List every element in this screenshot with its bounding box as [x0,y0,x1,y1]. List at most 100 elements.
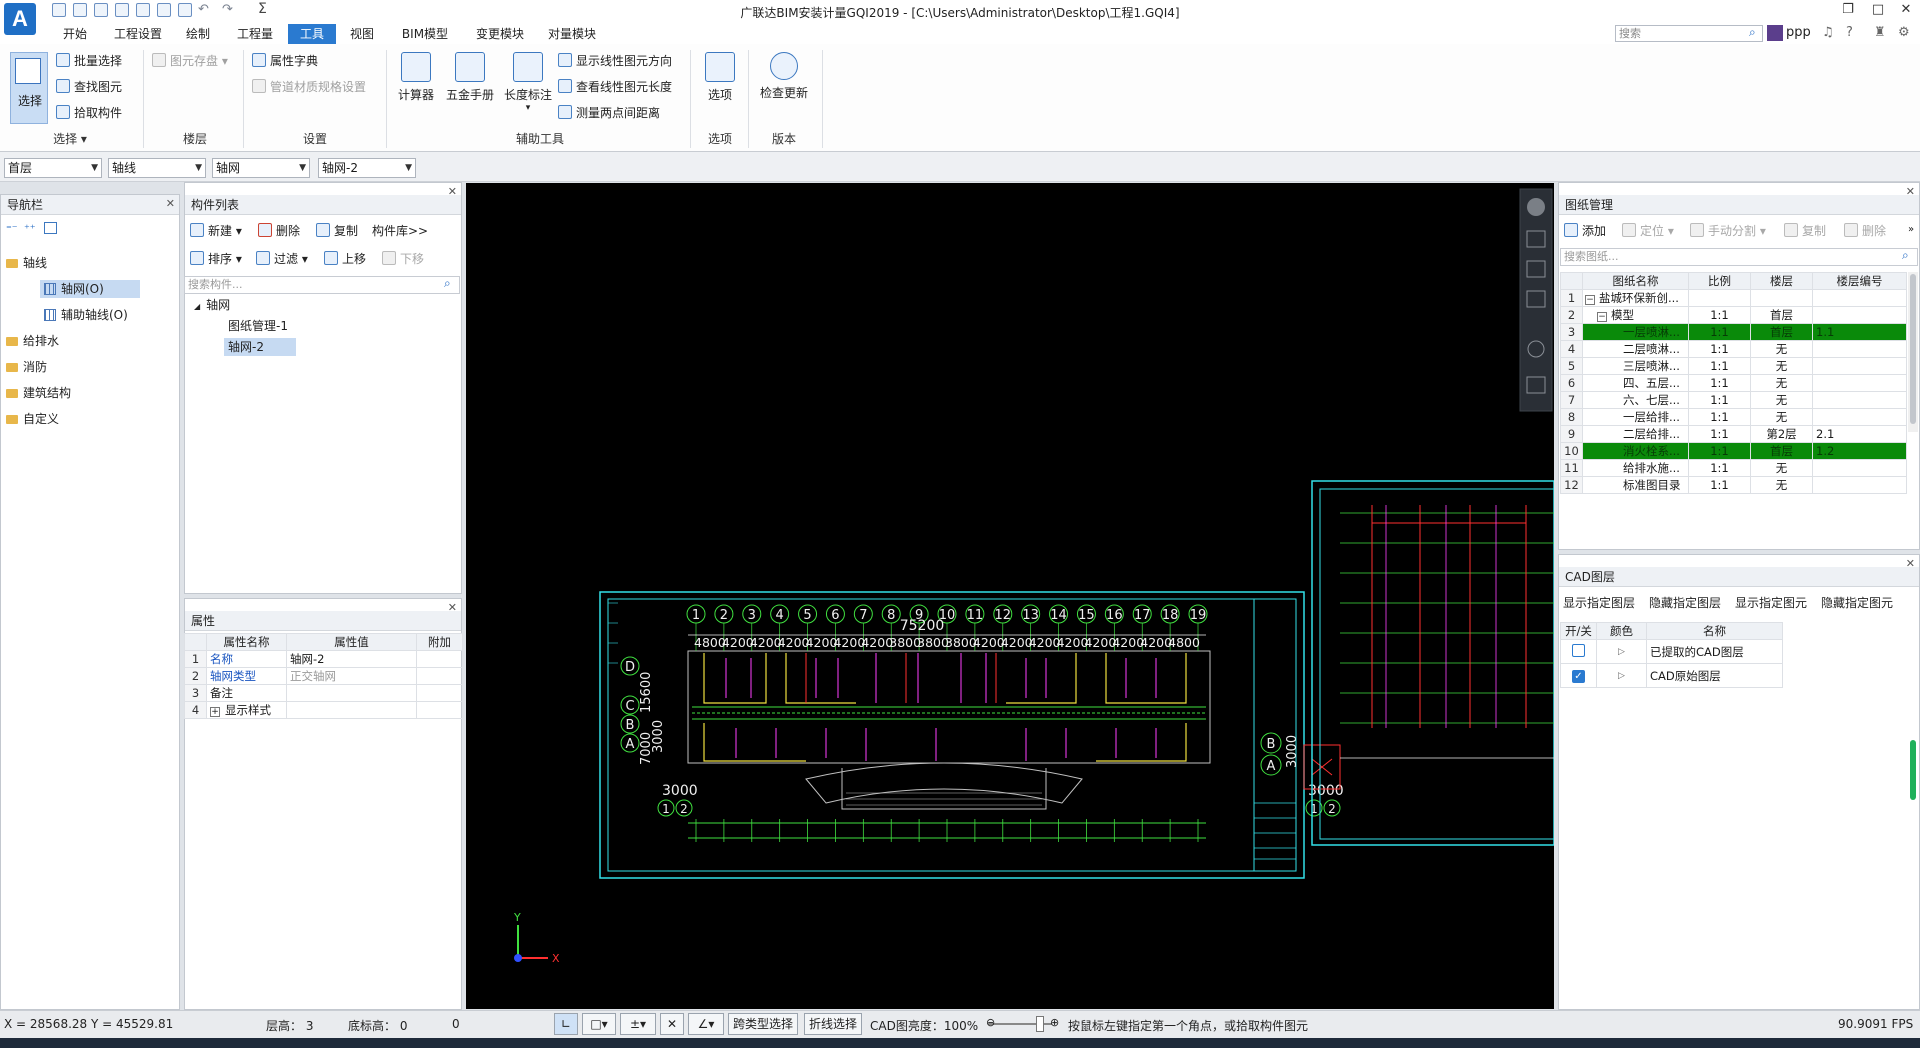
table-row[interactable]: 4 + 显示样式 [184,701,463,719]
show-element-button[interactable]: 显示指定图元 [1735,594,1807,612]
length-mark-button[interactable]: 长度标注 ▾ [502,52,554,113]
polyline-select-button[interactable]: 折线选择 [804,1013,862,1035]
search-input[interactable]: 搜索 [1615,25,1763,42]
locate-button[interactable]: 定位 ▾ [1622,222,1674,240]
maximize-icon[interactable]: □ [1866,2,1890,17]
minus-icon[interactable]: ⊖ [986,1016,995,1029]
tab-draw[interactable]: 绘制 [178,24,218,44]
table-row[interactable]: 6 四、五层... 1:1 无 [1560,374,1907,392]
help-icon[interactable]: ? [1846,25,1853,40]
category-select[interactable]: 轴线 ▼ [108,158,206,178]
pipe-spec-button[interactable]: 管道材质规格设置 [252,78,366,96]
options-button[interactable]: 选项 [700,52,740,103]
nav-water[interactable]: 给排水 [6,332,59,350]
move-up-button[interactable]: 上移 [324,250,366,268]
tab-change-module[interactable]: 变更模块 [468,24,532,44]
tab-start[interactable]: 开始 [54,24,96,44]
prop-extra[interactable] [416,701,463,719]
restore-icon[interactable]: ❐ [1836,2,1860,17]
floor-select[interactable]: 首层 ▼ [4,158,102,178]
new-button[interactable]: 新建 ▾ [190,222,242,240]
batch-select-button[interactable]: 批量选择 [56,52,122,70]
layer-toggle-cell[interactable] [1560,639,1597,664]
slider-handle[interactable] [1910,740,1916,800]
component-search-input[interactable]: 搜索构件... [184,276,460,294]
component-select[interactable]: 轴网-2 ▼ [318,158,416,178]
close-icon[interactable]: ✕ [448,183,457,201]
nav-axis[interactable]: 轴线 [6,254,47,272]
close-icon[interactable]: ✕ [1894,2,1918,17]
layer-toggle-cell[interactable]: ✓ [1560,663,1597,688]
cad-drawing[interactable]: 1 2 3 4 5 6 7 8 9 10 11 12 13 14 15 16 17 18 19 75200 4800… [466,183,1554,1009]
prop-extra[interactable] [416,667,463,685]
tree-drawing-mgmt-1[interactable]: 图纸管理-1 [228,317,288,335]
add-drawing-button[interactable]: 添加 [1564,222,1606,240]
check-update-button[interactable]: 检查更新 [756,52,812,101]
plus-icon[interactable]: ⊕ [1050,1016,1059,1029]
user-name[interactable]: ppp [1786,25,1811,40]
tree-axis-grid[interactable]: ◢ 轴网 [194,296,230,316]
bell-icon[interactable]: ♫ [1822,25,1834,40]
close-icon[interactable]: ✕ [166,195,175,213]
filter-button[interactable]: 过滤 ▾ [256,250,308,268]
nav-custom[interactable]: 自定义 [6,410,59,428]
close-icon[interactable]: ✕ [448,599,457,617]
attr-dict-button[interactable]: 属性字典 [252,52,318,70]
hardware-manual-button[interactable]: 五金手册 [444,52,496,103]
copy-button[interactable]: 复制 [316,222,358,240]
skin-icon[interactable]: ♜ [1874,25,1886,40]
close-icon[interactable]: ✕ [1906,555,1915,573]
table-row[interactable]: 5 三层喷淋... 1:1 无 [1560,357,1907,375]
cross-type-select-button[interactable]: 跨类型选择 [728,1013,798,1035]
prop-extra[interactable] [416,684,463,702]
group-select[interactable]: 选择 ▾ [40,130,100,146]
scrollbar[interactable] [1908,272,1918,432]
orbit-icon[interactable] [1527,198,1545,216]
angle-icon[interactable]: ∠▾ [688,1013,724,1035]
more-icon[interactable]: » [1908,224,1914,235]
collapse-all-icon[interactable]: ⁼⁻ [6,222,18,235]
element-save-button[interactable]: 图元存盘 ▾ [152,52,228,70]
cross-snap-icon[interactable]: ✕ [660,1013,684,1035]
tab-quantity[interactable]: 工程量 [228,24,282,44]
hide-element-button[interactable]: 隐藏指定图元 [1821,594,1893,612]
table-row[interactable]: 4 二层喷淋... 1:1 无 [1560,340,1907,358]
scrollbar-thumb[interactable] [1910,274,1916,424]
tab-bim-model[interactable]: BIM模型 [392,24,458,44]
grid-snap-icon[interactable]: ±▾ [620,1013,656,1035]
table-row[interactable]: 7 六、七层... 1:1 无 [1560,391,1907,409]
edit-icon[interactable] [44,222,57,234]
show-direction-button[interactable]: 显示线性图元方向 [558,52,672,70]
delete-drawing-button[interactable]: 删除 [1844,222,1886,240]
table-row[interactable]: 1− 盐城环保新创... [1560,289,1907,307]
layer-checkbox-on[interactable]: ✓ [1572,670,1585,683]
pick-component-button[interactable]: 拾取构件 [56,104,122,122]
brightness-slider-thumb[interactable] [1036,1016,1044,1032]
prop-value[interactable]: 轴网-2 [286,650,417,668]
manual-split-button[interactable]: 手动分割 ▾ [1690,222,1766,240]
hide-layer-button[interactable]: 隐藏指定图层 [1649,594,1721,612]
prop-value[interactable] [286,701,417,719]
app-logo[interactable]: A [4,3,36,35]
collapse-icon[interactable]: − [1585,295,1595,305]
type-select[interactable]: 轴网 ▼ [212,158,310,178]
table-row[interactable]: 3 备注 [184,684,463,702]
tab-project-settings[interactable]: 工程设置 [108,24,168,44]
table-row[interactable]: 8 一层给排... 1:1 无 [1560,408,1907,426]
layer-color-cell[interactable]: ▷ [1596,639,1647,664]
view-length-button[interactable]: 查看线性图元长度 [558,78,672,96]
table-row[interactable]: ✓ ▷ CAD原始图层 [1560,663,1783,688]
table-row[interactable]: 3 一层喷淋... 1:1 首层 1.1 [1560,323,1907,341]
layer-checkbox-off[interactable] [1572,643,1585,657]
nav-aux-axis[interactable]: 辅助轴线(O) [44,306,128,324]
table-row[interactable]: 1 名称 轴网-2 [184,650,463,668]
close-icon[interactable]: ✕ [1906,183,1915,201]
expand-icon[interactable]: + [210,707,220,717]
nav-structure[interactable]: 建筑结构 [6,384,71,402]
drawing-search-input[interactable]: 搜索图纸... [1560,248,1918,266]
delete-button[interactable]: 删除 [258,222,300,240]
tab-view[interactable]: 视图 [342,24,382,44]
snap-toggle-icon[interactable]: □▾ [582,1013,616,1035]
show-layer-button[interactable]: 显示指定图层 [1563,594,1635,612]
layer-color-cell[interactable]: ▷ [1596,663,1647,688]
